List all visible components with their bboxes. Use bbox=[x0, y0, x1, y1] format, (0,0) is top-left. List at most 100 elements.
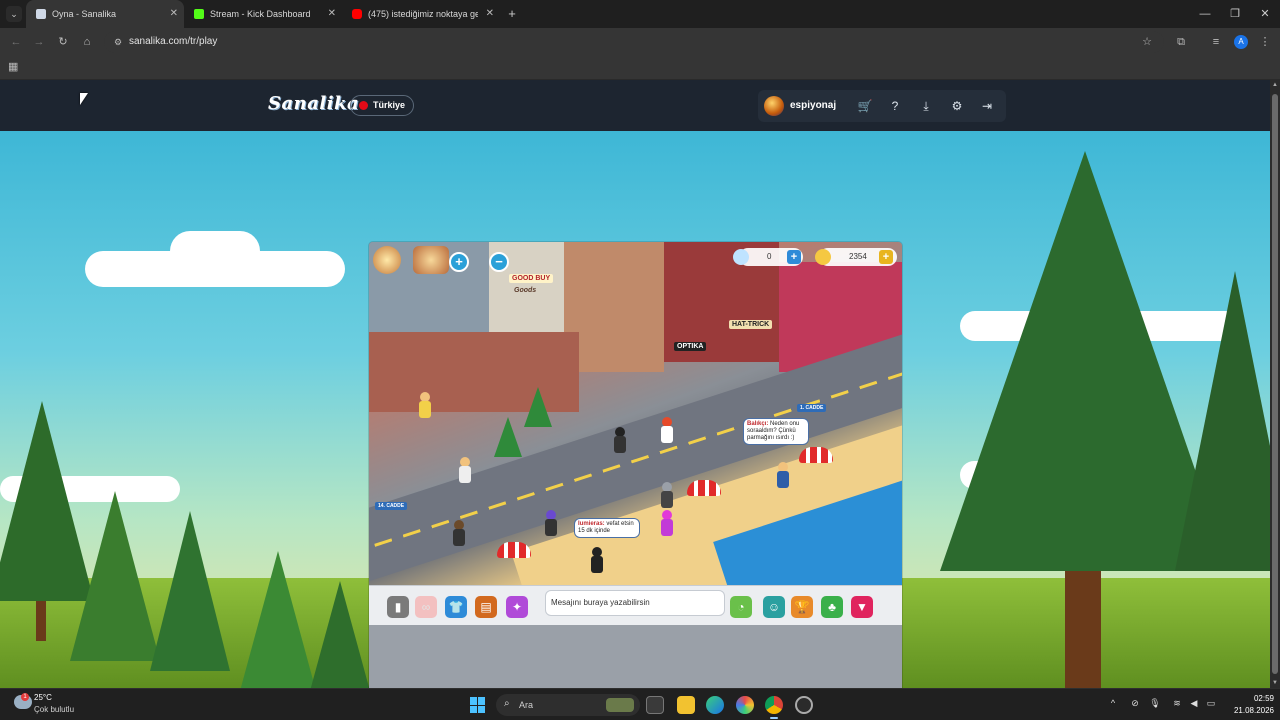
tab-strip: ⌄ Oyna - Sanalika ✕ Stream - Kick Dashbo… bbox=[0, 0, 1280, 28]
volume-icon[interactable]: ◀ bbox=[1187, 698, 1201, 709]
new-tab-button[interactable]: + bbox=[505, 0, 519, 28]
zoom-out-button[interactable]: − bbox=[489, 252, 509, 272]
player-avatar[interactable] bbox=[614, 427, 626, 453]
tab-youtube[interactable]: (475) istediğimiz noktaya geldi ✕ bbox=[342, 0, 500, 28]
extensions-icon[interactable]: ⧉ bbox=[1173, 34, 1189, 50]
close-tab-icon[interactable]: ✕ bbox=[170, 0, 178, 28]
weather-condition[interactable]: Çok bulutlu bbox=[34, 705, 74, 714]
tab-title: (475) istediğimiz noktaya geldi bbox=[368, 9, 478, 19]
chrome-icon[interactable] bbox=[765, 696, 783, 719]
apps-grid-icon[interactable]: ▦ bbox=[8, 61, 20, 73]
pine-tree-image bbox=[524, 387, 552, 427]
tab-sanalika[interactable]: Oyna - Sanalika ✕ bbox=[26, 0, 184, 28]
minimize-icon[interactable]: — bbox=[1190, 0, 1220, 28]
wifi-icon[interactable]: ≋ bbox=[1170, 698, 1184, 709]
file-explorer-icon[interactable] bbox=[677, 696, 695, 714]
weather-alert-badge: 1 bbox=[21, 693, 29, 701]
forward-icon[interactable]: → bbox=[31, 34, 47, 50]
close-tab-icon[interactable]: ✕ bbox=[486, 0, 494, 28]
sanalika-logo[interactable]: Sanalika bbox=[268, 93, 359, 114]
player-avatar[interactable] bbox=[661, 510, 673, 536]
help-icon[interactable]: ? bbox=[887, 98, 903, 114]
player-avatar[interactable] bbox=[777, 462, 789, 488]
phone-icon[interactable]: ▮ bbox=[387, 596, 409, 618]
player-avatar[interactable] bbox=[459, 457, 471, 483]
edge-browser-icon[interactable] bbox=[706, 696, 724, 714]
back-icon[interactable]: ← bbox=[8, 34, 24, 50]
user-avatar[interactable] bbox=[764, 96, 784, 116]
weather-temperature[interactable]: 25°C bbox=[34, 693, 52, 702]
tab-search-button[interactable]: ⌄ bbox=[6, 6, 22, 22]
obs-icon[interactable] bbox=[795, 696, 813, 714]
chat-bubble-icon[interactable]: ◔ bbox=[730, 596, 752, 618]
logout-icon[interactable]: ⇥ bbox=[979, 98, 995, 114]
city-street-scene[interactable]: GOOD BUY Goods OPTIKA HAT-TRICK 14. CADD… bbox=[369, 242, 902, 585]
player-avatar[interactable] bbox=[419, 392, 431, 418]
tray-overflow-icon[interactable]: ^ bbox=[1106, 698, 1120, 708]
scroll-thumb[interactable] bbox=[1272, 94, 1278, 674]
browser-menu-icon[interactable]: ⋮ bbox=[1257, 34, 1273, 50]
maximize-icon[interactable]: ❐ bbox=[1220, 0, 1250, 28]
search-placeholder: Ara bbox=[519, 700, 534, 710]
settings-gear-icon[interactable]: ⚙ bbox=[949, 98, 965, 114]
download-icon[interactable]: ⤓ bbox=[918, 98, 934, 114]
clothing-icon[interactable]: 👕 bbox=[445, 596, 467, 618]
country-selector[interactable]: Türkiye bbox=[350, 95, 415, 116]
friends-icon[interactable]: ☺ bbox=[763, 596, 785, 618]
network-off-icon[interactable]: ⊘ bbox=[1128, 698, 1142, 709]
microphone-icon[interactable]: 🎙 bbox=[1148, 698, 1162, 709]
site-header: Sanalika Türkiye espiyonaj 🛒 ? ⤓ ⚙ ⇥ bbox=[0, 80, 1270, 131]
map-island-icon[interactable]: ♣ bbox=[821, 596, 843, 618]
close-window-icon[interactable]: ✕ bbox=[1250, 0, 1280, 28]
pine-tree-image bbox=[1175, 271, 1270, 571]
taskbar-search[interactable]: ⌕ Ara bbox=[496, 694, 640, 716]
game-canvas[interactable]: GOOD BUY Goods OPTIKA HAT-TRICK 14. CADD… bbox=[369, 242, 902, 688]
building-image bbox=[564, 242, 664, 372]
emote-icon[interactable]: ∞ bbox=[415, 596, 437, 618]
home-icon[interactable]: ⌂ bbox=[79, 34, 95, 50]
reload-icon[interactable]: ↻ bbox=[55, 34, 71, 50]
shop-sign-goodbuy: GOOD BUY bbox=[509, 274, 554, 283]
address-bar[interactable]: ⚙ sanalika.com/tr/play bbox=[104, 31, 1164, 53]
close-tab-icon[interactable]: ✕ bbox=[328, 0, 336, 28]
scroll-down-icon[interactable]: ▼ bbox=[1270, 680, 1280, 686]
player-avatar[interactable] bbox=[591, 547, 603, 573]
profile-avatar[interactable]: A bbox=[1234, 35, 1248, 49]
zoom-in-button[interactable]: + bbox=[449, 252, 469, 272]
bookmark-star-icon[interactable]: ☆ bbox=[1139, 34, 1155, 50]
pine-tree-image bbox=[494, 417, 522, 457]
pet-portrait-icon[interactable] bbox=[413, 246, 449, 274]
site-info-icon[interactable]: ⚙ bbox=[112, 36, 124, 48]
bookmarks-bar: ▦ bbox=[0, 56, 1280, 80]
start-button[interactable] bbox=[470, 697, 486, 713]
player-avatar[interactable] bbox=[661, 482, 673, 508]
player-avatar[interactable] bbox=[661, 417, 673, 443]
task-view-icon[interactable] bbox=[646, 696, 664, 714]
buy-coins-button[interactable]: + bbox=[879, 250, 893, 264]
browser-toolbar: ← → ↻ ⌂ ⚙ sanalika.com/tr/play ☆ ⧉ ≡ ⋮ bbox=[0, 28, 1280, 56]
chat-message-input[interactable]: Mesajını buraya yazabilirsin bbox=[545, 590, 725, 616]
pine-tree-image bbox=[70, 491, 160, 661]
cart-icon[interactable]: 🛒 bbox=[857, 98, 873, 114]
scroll-up-icon[interactable]: ▲ bbox=[1270, 82, 1280, 88]
username[interactable]: espiyonaj bbox=[790, 90, 836, 122]
user-menu: espiyonaj 🛒 ? ⤓ ⚙ ⇥ bbox=[758, 90, 1006, 122]
taskbar-clock[interactable]: 02:59 21.08.2026 bbox=[1226, 693, 1274, 717]
tab-kick-dashboard[interactable]: Stream - Kick Dashboard ✕ bbox=[184, 0, 342, 28]
sanalika-page: Sanalika Türkiye espiyonaj 🛒 ? ⤓ ⚙ ⇥ GOO… bbox=[0, 80, 1270, 688]
street-sign-14-cadde: 14. CADDE bbox=[375, 502, 408, 510]
battery-icon[interactable]: ▭ bbox=[1204, 698, 1218, 709]
player-avatar[interactable] bbox=[545, 510, 557, 536]
search-highlight-image bbox=[606, 698, 634, 712]
buy-diamonds-button[interactable]: + bbox=[787, 250, 801, 264]
send-message-button[interactable]: ▼ bbox=[851, 596, 873, 618]
dance-icon[interactable]: ✦ bbox=[506, 596, 528, 618]
player-portrait-icon[interactable] bbox=[373, 246, 401, 274]
inventory-icon[interactable]: ▤ bbox=[475, 596, 497, 618]
trophy-icon[interactable]: 🏆 bbox=[791, 596, 813, 618]
media-controls-icon[interactable]: ≡ bbox=[1208, 34, 1224, 50]
page-scrollbar[interactable]: ▲ ▼ bbox=[1270, 80, 1280, 688]
beach-umbrella-image bbox=[497, 542, 531, 558]
player-avatar[interactable] bbox=[453, 520, 465, 546]
colorful-app-icon[interactable] bbox=[736, 696, 754, 714]
